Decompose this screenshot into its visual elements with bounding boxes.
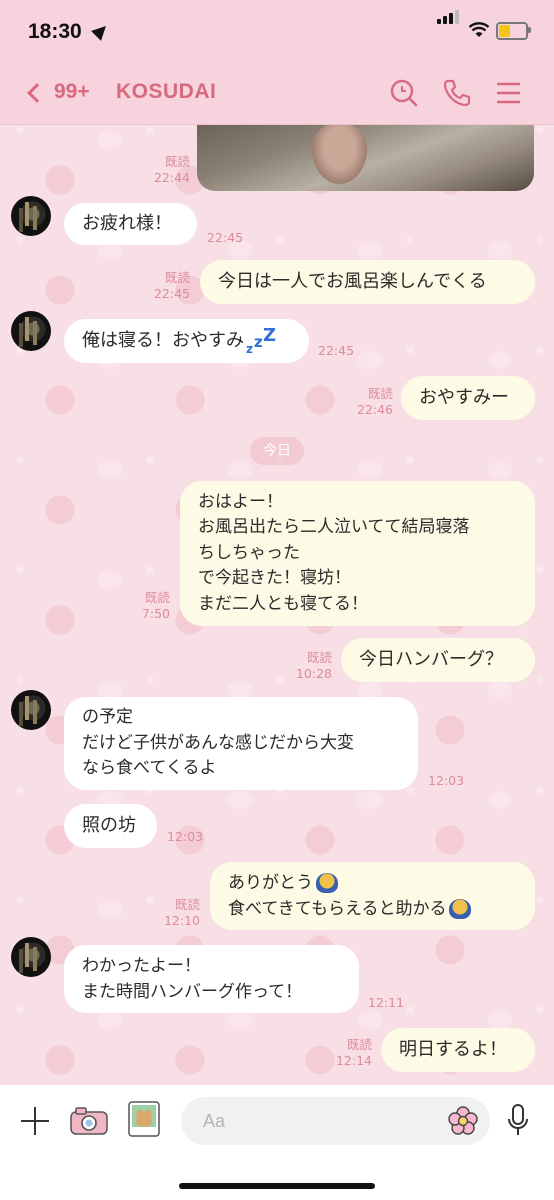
contact-avatar[interactable]	[11, 937, 51, 977]
read-receipt: 既読	[174, 897, 200, 912]
message-text: 照の坊	[82, 815, 136, 836]
mic-icon[interactable]	[507, 1104, 529, 1138]
message-time: 12:03	[428, 773, 465, 788]
home-indicator	[179, 1183, 375, 1189]
message-time: 10:28	[295, 666, 332, 681]
svg-text:z: z	[246, 342, 253, 355]
message-time: 12:10	[163, 913, 200, 928]
message-time: 12:11	[368, 995, 405, 1010]
chat-title: KOSUDAI	[116, 80, 217, 103]
message-time: 22:45	[153, 286, 190, 301]
read-receipt: 既読	[346, 1037, 372, 1052]
chevron-left-icon	[27, 83, 47, 103]
svg-text:Z: Z	[263, 327, 276, 346]
message-meta: 既読 22:45	[140, 270, 190, 302]
bowing-person-emoji	[316, 873, 338, 893]
message-line-row: 食べてきてもらえると助かる	[228, 896, 517, 922]
bowing-person-emoji	[449, 899, 472, 919]
menu-icon[interactable]	[494, 78, 524, 108]
message-time: 7:50	[141, 606, 170, 621]
incoming-message-bubble: わかったよー！ また時間ハンバーグ作って！	[64, 945, 359, 1013]
back-button[interactable]: 99+	[27, 80, 90, 104]
sleeping-zzz-emoji: z z Z	[246, 327, 276, 355]
message-line: お風呂出たら二人泣いてて結局寝落	[198, 517, 470, 538]
battery-tip	[528, 27, 531, 33]
read-receipt: 既読	[306, 650, 332, 665]
search-icon[interactable]	[389, 78, 419, 108]
incoming-message-bubble: お疲れ様！	[64, 203, 197, 245]
date-separator: 今日	[250, 437, 304, 465]
message-line: おはよー！	[198, 491, 283, 512]
read-receipt: 既読	[164, 154, 190, 169]
photo-message[interactable]	[197, 124, 534, 191]
message-text: 俺は寝る！おやすみ	[82, 330, 244, 351]
incoming-message-bubble: 照の坊	[64, 804, 157, 848]
message-line: ちしちゃった	[198, 542, 300, 563]
outgoing-message-bubble: 明日するよ！	[381, 1028, 535, 1072]
message-meta: 既読 7:50	[120, 590, 170, 622]
message-meta: 既読 12:10	[150, 897, 200, 929]
message-line: ありがとう	[228, 873, 313, 893]
flower-icon[interactable]	[448, 1106, 478, 1136]
message-time: 12:14	[335, 1053, 372, 1068]
message-meta: 既読 12:14	[322, 1037, 372, 1069]
message-meta: 既読 10:28	[282, 650, 332, 682]
message-line: の予定	[82, 707, 133, 728]
message-line: だけど子供があんな感じだから大変	[82, 732, 354, 753]
camera-icon[interactable]	[70, 1107, 108, 1135]
message-text-row: 俺は寝る！おやすみ z z Z	[82, 327, 291, 355]
message-time: 22:45	[207, 230, 244, 245]
message-input[interactable]	[181, 1097, 490, 1145]
read-receipt: 既読	[164, 270, 190, 285]
status-time: 18:30	[28, 20, 82, 43]
message-time: 22:44	[153, 170, 190, 185]
message-time: 22:46	[356, 402, 393, 417]
message-text: お疲れ様！	[82, 213, 172, 234]
message-meta: 既読 22:46	[343, 386, 393, 418]
status-bar: 18:30	[0, 0, 554, 62]
message-text: 今日ハンバーグ？	[359, 649, 503, 670]
location-arrow-icon	[91, 21, 111, 41]
outgoing-message-bubble: 今日ハンバーグ？	[341, 638, 535, 682]
phone-icon[interactable]	[442, 78, 472, 108]
message-line: 食べてきてもらえると助かる	[228, 899, 447, 919]
outgoing-message-bubble: おやすみー	[401, 376, 535, 420]
battery-icon	[496, 22, 528, 40]
read-receipt: 既読	[144, 590, 170, 605]
read-receipt: 既読	[367, 386, 393, 401]
contact-avatar[interactable]	[11, 690, 51, 730]
contact-avatar[interactable]	[11, 311, 51, 351]
chat-header: 99+ KOSUDAI	[0, 62, 554, 125]
message-line: で今起きた！寝坊！	[198, 568, 351, 589]
message-line-row: ありがとう	[228, 870, 517, 896]
message-text: 明日するよ！	[399, 1039, 507, 1060]
incoming-message-bubble: の予定 だけど子供があんな感じだから大変 なら食べてくるよ	[64, 697, 418, 790]
incoming-message-bubble: 俺は寝る！おやすみ z z Z	[64, 319, 309, 363]
outgoing-message-bubble: おはよー！ お風呂出たら二人泣いてて結局寝落 ちしちゃった で今起きた！寝坊！ …	[180, 481, 535, 626]
message-time: 22:45	[318, 343, 355, 358]
wifi-icon	[468, 22, 490, 37]
message-time: 12:03	[167, 829, 204, 844]
photo-meta: 既読 22:44	[140, 154, 190, 186]
svg-text:z: z	[254, 333, 263, 351]
message-text: おやすみー	[419, 387, 509, 408]
album-icon[interactable]	[128, 1101, 160, 1137]
message-line: また時間ハンバーグ作って！	[82, 982, 303, 1002]
message-line: まだ二人とも寝てる！	[198, 593, 368, 614]
plus-icon[interactable]	[21, 1107, 49, 1135]
unread-count: 99+	[54, 80, 90, 103]
outgoing-message-bubble: 今日は一人でお風呂楽しんでくる	[200, 260, 535, 304]
message-line: なら食べてくるよ	[82, 758, 217, 779]
contact-avatar[interactable]	[11, 196, 51, 236]
message-text: 今日は一人でお風呂楽しんでくる	[218, 271, 487, 292]
message-line: わかったよー！	[82, 956, 201, 976]
outgoing-message-bubble: ありがとう 食べてきてもらえると助かる	[210, 862, 535, 930]
